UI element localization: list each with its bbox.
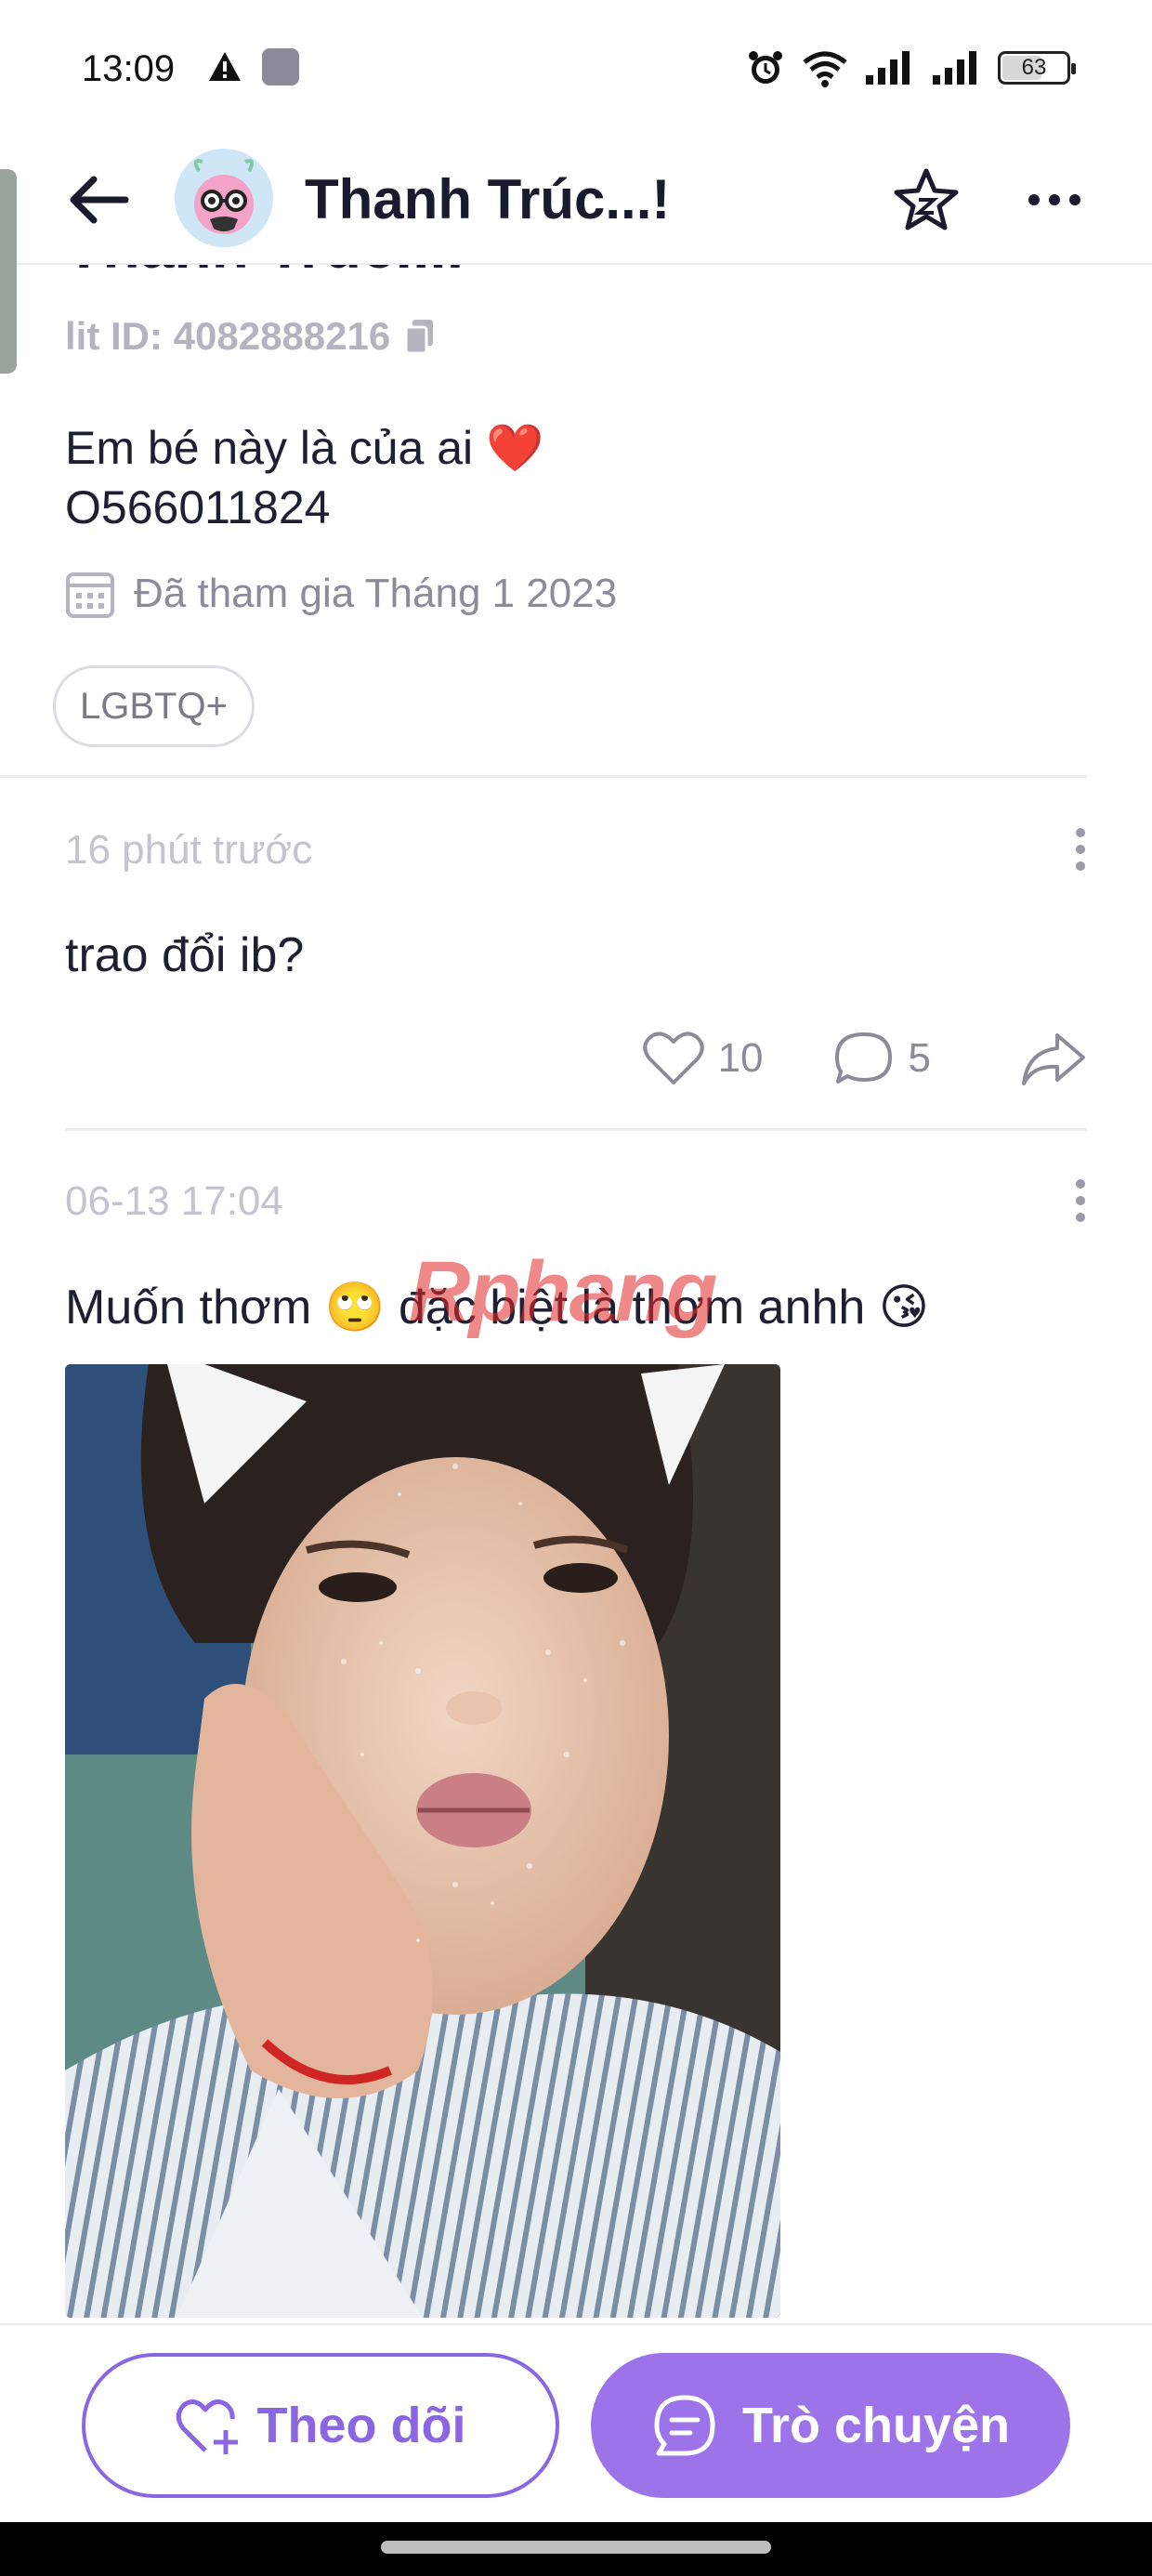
calendar-icon bbox=[66, 572, 114, 618]
home-gesture-handle[interactable] bbox=[381, 2541, 771, 2554]
selfie-image bbox=[65, 1364, 780, 2318]
joined-date-row: Đã tham gia Tháng 1 2023 bbox=[65, 569, 617, 619]
profile-tag[interactable]: LGBTQ+ bbox=[53, 665, 255, 747]
heart-icon bbox=[642, 1032, 704, 1084]
star-icon bbox=[894, 168, 959, 230]
header-title: Thanh Trúc...! bbox=[305, 168, 671, 230]
status-indicators: 63 bbox=[745, 45, 1076, 91]
lit-id-text: lit ID: 4082888216 bbox=[65, 314, 391, 358]
post-item[interactable]: 16 phút trước trao đổi ib? 10 5 bbox=[65, 827, 1087, 1124]
warning-icon bbox=[209, 52, 241, 81]
share-icon bbox=[1022, 1033, 1085, 1085]
post-menu-button[interactable] bbox=[1067, 821, 1094, 877]
battery-indicator: 63 bbox=[998, 51, 1076, 85]
lit-id-row: lit ID: 4082888216 bbox=[65, 314, 437, 359]
heart-plus-icon bbox=[176, 2399, 238, 2454]
wifi-icon bbox=[803, 51, 847, 87]
more-options-button[interactable] bbox=[1013, 158, 1096, 242]
watermark: Rphang bbox=[409, 1244, 717, 1339]
arrow-left-icon bbox=[70, 176, 129, 224]
profile-bio: Em bé này là của ai ❤️ O566011824 bbox=[65, 418, 543, 537]
share-button[interactable] bbox=[1020, 1030, 1087, 1087]
bio-line-1: Em bé này là của ai ❤️ bbox=[65, 422, 544, 474]
bottom-action-bar: Theo dõi Trò chuyện bbox=[0, 2323, 1152, 2522]
like-count: 10 bbox=[717, 1035, 764, 1081]
post-text: trao đổi ib? bbox=[65, 928, 305, 982]
signal-icon-2 bbox=[933, 51, 976, 85]
chat-bubble-icon bbox=[654, 2395, 715, 2456]
comment-icon bbox=[834, 1032, 892, 1084]
post-time: 16 phút trước bbox=[65, 827, 313, 873]
back-button[interactable] bbox=[56, 158, 139, 242]
section-divider bbox=[0, 775, 1087, 778]
post-actions: 10 5 bbox=[642, 1030, 1087, 1087]
status-time: 13:09 bbox=[82, 48, 176, 89]
system-nav-bar bbox=[0, 2522, 1152, 2576]
like-button[interactable]: 10 bbox=[642, 1030, 764, 1087]
follow-label: Theo dõi bbox=[256, 2398, 466, 2453]
scroll-edge-handle[interactable] bbox=[0, 169, 17, 374]
battery-level: 63 bbox=[1021, 55, 1047, 80]
chat-label: Trò chuyện bbox=[741, 2398, 1011, 2453]
copy-icon[interactable] bbox=[403, 318, 437, 355]
more-horizontal-icon bbox=[1028, 194, 1040, 205]
alarm-icon bbox=[749, 51, 782, 84]
chat-button[interactable]: Trò chuyện bbox=[591, 2353, 1070, 2498]
post-divider bbox=[65, 1128, 1087, 1131]
avatar[interactable] bbox=[175, 149, 273, 247]
follow-button[interactable]: Theo dõi bbox=[82, 2353, 559, 2498]
post-menu-button[interactable] bbox=[1067, 1173, 1094, 1229]
app-notification-icon bbox=[262, 48, 299, 85]
more-vertical-icon bbox=[1076, 828, 1085, 837]
post-time: 06-13 17:04 bbox=[65, 1178, 283, 1224]
comment-button[interactable]: 5 bbox=[832, 1030, 931, 1087]
more-vertical-icon bbox=[1076, 1179, 1085, 1189]
post-photo[interactable] bbox=[65, 1364, 780, 2318]
status-bar: 13:09 63 bbox=[0, 0, 1152, 130]
signal-icon-1 bbox=[866, 51, 910, 85]
avatar-image bbox=[175, 149, 273, 247]
comment-count: 5 bbox=[908, 1035, 931, 1081]
profile-header: Thanh Trúc...! bbox=[0, 130, 1152, 265]
bio-line-2: O566011824 bbox=[65, 481, 331, 533]
favorite-button[interactable] bbox=[884, 158, 968, 242]
joined-date-text: Đã tham gia Tháng 1 2023 bbox=[134, 571, 618, 616]
